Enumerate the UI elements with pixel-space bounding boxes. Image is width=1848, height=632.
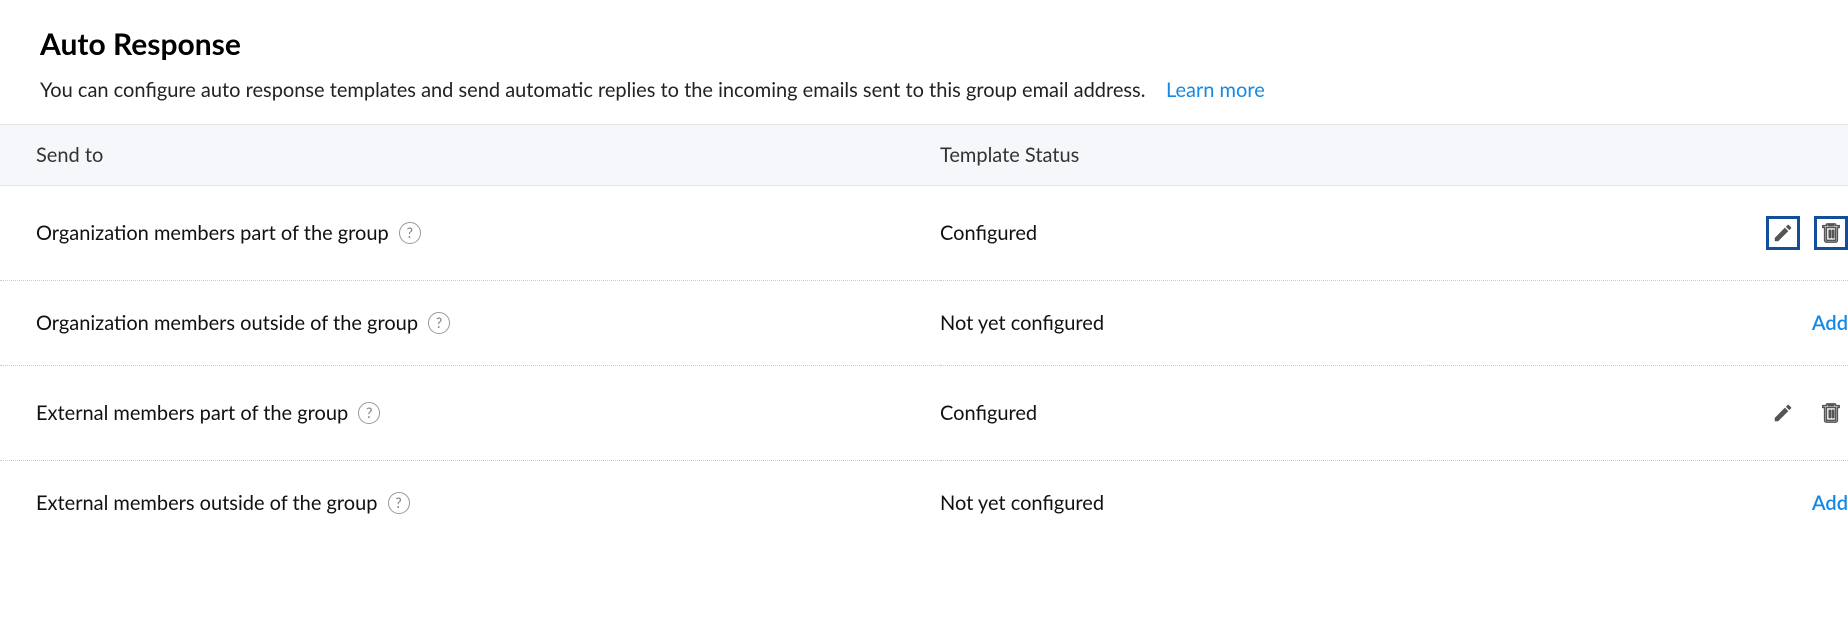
row-label-wrap: External members part of the group ? [0, 401, 380, 425]
table-row: Organization members outside of the grou… [0, 281, 1848, 366]
help-icon[interactable]: ? [428, 312, 450, 334]
template-status: Not yet configured [940, 491, 1104, 515]
edit-icon[interactable] [1766, 216, 1800, 250]
table-row: External members outside of the group ? … [0, 461, 1848, 546]
help-icon[interactable]: ? [388, 492, 410, 514]
column-header-send-to: Send to [0, 125, 940, 186]
row-actions [1766, 396, 1848, 430]
auto-response-table: Send to Template Status Organization mem… [0, 124, 1848, 545]
table-row: External members part of the group ? Con… [0, 366, 1848, 461]
row-actions: Add [1812, 491, 1848, 515]
send-to-label: External members part of the group [36, 401, 348, 425]
add-link[interactable]: Add [1812, 491, 1848, 515]
edit-icon[interactable] [1766, 396, 1800, 430]
row-actions [1766, 216, 1848, 250]
page-header: Auto Response You can configure auto res… [0, 0, 1848, 124]
template-status: Not yet configured [940, 311, 1104, 335]
send-to-label: Organization members part of the group [36, 221, 389, 245]
template-status: Configured [940, 221, 1037, 245]
page-description-text: You can configure auto response template… [40, 78, 1145, 102]
add-link[interactable]: Add [1812, 311, 1848, 335]
delete-icon[interactable] [1814, 216, 1848, 250]
row-label-wrap: External members outside of the group ? [0, 491, 410, 515]
column-header-actions [1430, 125, 1848, 186]
row-actions: Add [1812, 311, 1848, 335]
page-title: Auto Response [40, 26, 1808, 62]
row-label-wrap: Organization members outside of the grou… [0, 311, 450, 335]
help-icon[interactable]: ? [399, 222, 421, 244]
table-row: Organization members part of the group ?… [0, 186, 1848, 281]
column-header-template-status: Template Status [940, 125, 1430, 186]
page-description: You can configure auto response template… [40, 76, 1808, 104]
learn-more-link[interactable]: Learn more [1166, 78, 1265, 102]
row-label-wrap: Organization members part of the group ? [0, 221, 421, 245]
send-to-label: External members outside of the group [36, 491, 378, 515]
help-icon[interactable]: ? [358, 402, 380, 424]
delete-icon[interactable] [1814, 396, 1848, 430]
send-to-label: Organization members outside of the grou… [36, 311, 418, 335]
table-header-row: Send to Template Status [0, 125, 1848, 186]
template-status: Configured [940, 401, 1037, 425]
